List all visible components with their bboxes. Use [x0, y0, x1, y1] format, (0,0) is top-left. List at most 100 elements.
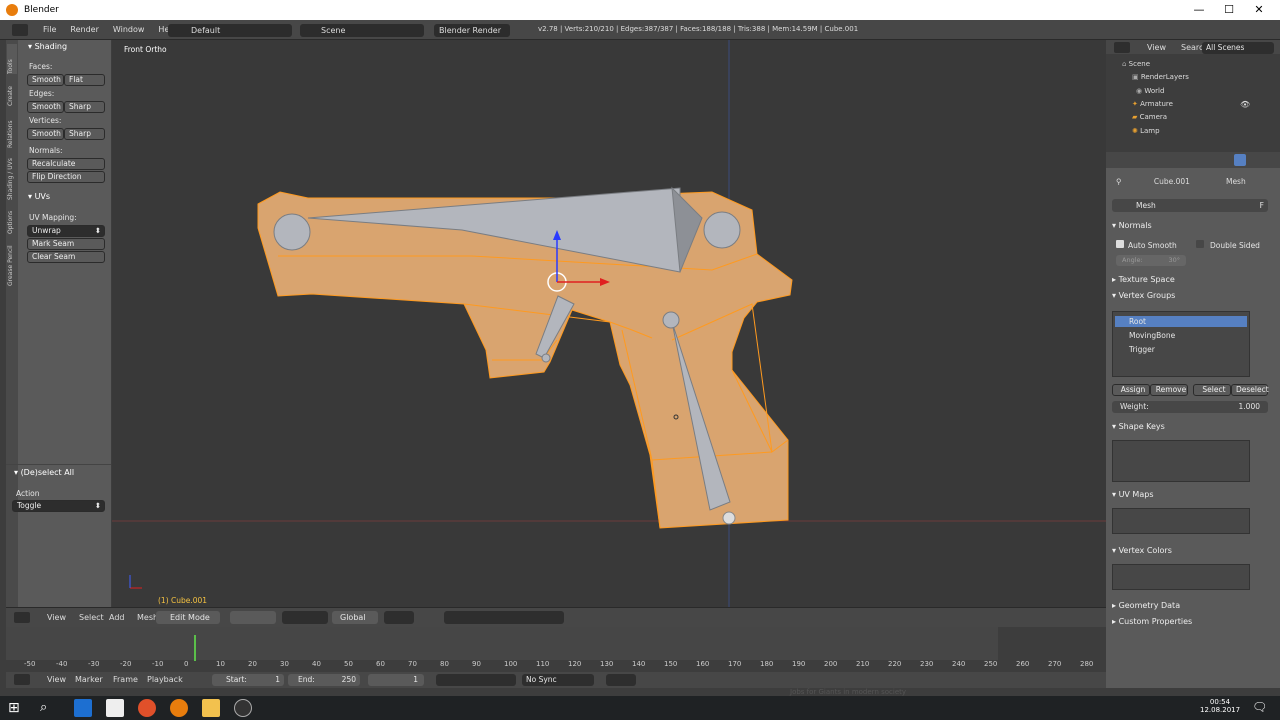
armature-origin-icon	[722, 511, 736, 525]
current-frame-field[interactable]: 1	[368, 674, 424, 686]
double-sided-checkbox[interactable]	[1196, 240, 1204, 248]
vertex-colors-list[interactable]	[1112, 564, 1250, 590]
vertex-groups-header[interactable]: ▾ Vertex Groups	[1112, 291, 1175, 300]
blender-taskbar-icon[interactable]	[170, 699, 188, 717]
remove-button[interactable]: Remove	[1150, 384, 1188, 396]
outliner-row-armature[interactable]: ✦ Armature	[1132, 100, 1173, 108]
uv-maps-list[interactable]	[1112, 508, 1250, 534]
start-frame-field[interactable]: Start: 1	[212, 674, 284, 686]
edges-sharp-button[interactable]: Sharp	[64, 101, 105, 113]
tab-options[interactable]: Options	[7, 202, 17, 234]
vertex-group-trigger[interactable]: Trigger	[1115, 344, 1247, 355]
snapping-toggles[interactable]	[444, 611, 564, 624]
shape-keys-header[interactable]: ▾ Shape Keys	[1112, 422, 1165, 431]
mesh-datablock-field[interactable]: Mesh F	[1112, 199, 1268, 212]
weight-field[interactable]: Weight: 1.000	[1112, 401, 1268, 413]
recalculate-button[interactable]: Recalculate	[27, 158, 105, 170]
timeline-editor-icon[interactable]	[14, 674, 30, 685]
shading-select[interactable]	[230, 611, 276, 624]
tab-grease-pencil[interactable]: Grease Pencil	[7, 236, 17, 286]
mesh-data-tab-icon[interactable]	[1234, 154, 1246, 166]
editor-type-icon[interactable]	[12, 23, 28, 36]
obs-icon[interactable]	[234, 699, 252, 717]
outliner-row-world[interactable]: ◉ World	[1136, 87, 1164, 95]
custom-properties-header[interactable]: ▸ Custom Properties	[1112, 617, 1192, 626]
angle-field[interactable]: Angle: 30°	[1116, 255, 1186, 266]
windows-start-icon[interactable]: ⊞	[8, 700, 20, 716]
mode-select[interactable]: Edit Mode	[156, 611, 220, 624]
timeline-menu-marker[interactable]: Marker	[68, 675, 110, 684]
action-select[interactable]: Toggle ⬍	[12, 500, 105, 512]
assign-button[interactable]: Assign	[1112, 384, 1150, 396]
viewport-menu-add[interactable]: Add	[102, 613, 132, 622]
outliner-menu-view[interactable]: View	[1140, 43, 1173, 52]
viewport-editor-icon[interactable]	[14, 612, 30, 623]
outliner-row-camera[interactable]: ▰ Camera	[1132, 113, 1167, 121]
vertex-group-root[interactable]: Root	[1115, 316, 1247, 327]
3d-viewport[interactable]: Front Ortho (1) Cube.001	[112, 40, 1106, 607]
uv-maps-header[interactable]: ▾ UV Maps	[1112, 490, 1153, 499]
firefox-icon[interactable]	[138, 699, 156, 717]
task-view-icon[interactable]	[74, 699, 92, 717]
tab-create[interactable]: Create	[7, 76, 17, 106]
menu-window[interactable]: Window	[106, 25, 152, 34]
end-frame-field[interactable]: End: 250	[288, 674, 360, 686]
geometry-data-header[interactable]: ▸ Geometry Data	[1112, 601, 1180, 610]
shading-panel-header[interactable]: ▾ Shading	[28, 42, 67, 51]
outliner-row-lamp[interactable]: ✺ Lamp	[1132, 127, 1160, 135]
fake-user-button[interactable]: F	[1260, 199, 1264, 212]
search-icon[interactable]: ⌕	[40, 700, 47, 715]
minimize-button[interactable]: —	[1184, 0, 1214, 20]
eye-icon[interactable]: 👁	[1240, 100, 1250, 109]
keying-controls[interactable]	[606, 674, 636, 686]
texture-space-header[interactable]: ▸ Texture Space	[1112, 275, 1175, 284]
timeline-editor[interactable]: -50 -40 -30 -20 -10 0 10 20 30 40 50 60 70 80 90 100 110…	[6, 627, 1106, 672]
file-explorer-icon[interactable]	[202, 699, 220, 717]
tab-tools[interactable]: Tools	[7, 44, 17, 74]
manipulator-toggles[interactable]	[282, 611, 328, 624]
outliner-row-scene[interactable]: ⌂ Scene	[1122, 60, 1150, 68]
mark-seam-button[interactable]: Mark Seam	[27, 238, 105, 250]
render-engine-select[interactable]: Blender Render	[434, 24, 510, 37]
layers-widget[interactable]	[384, 611, 414, 624]
layout-select[interactable]: Default	[168, 24, 292, 37]
outliner-row-renderlayers[interactable]: ▣ RenderLayers	[1132, 73, 1189, 81]
sync-select[interactable]: No Sync	[522, 674, 594, 686]
deselect-button[interactable]: Deselect	[1231, 384, 1269, 396]
vertices-smooth-button[interactable]: Smooth	[27, 128, 64, 140]
playhead[interactable]	[194, 635, 196, 661]
properties-tabs[interactable]	[1106, 152, 1280, 168]
vertex-group-movingbone[interactable]: MovingBone	[1115, 330, 1247, 341]
faces-smooth-button[interactable]: Smooth	[27, 74, 64, 86]
uvs-panel-header[interactable]: ▾ UVs	[28, 192, 50, 201]
outliner-editor-icon[interactable]	[1114, 42, 1130, 53]
maximize-button[interactable]: ☐	[1214, 0, 1244, 20]
vertex-colors-header[interactable]: ▾ Vertex Colors	[1112, 546, 1172, 555]
vertex-group-list[interactable]: Root MovingBone Trigger	[1112, 311, 1250, 377]
notifications-icon[interactable]: 🗨	[1252, 700, 1267, 714]
tab-relations[interactable]: Relations	[7, 108, 17, 148]
playback-controls[interactable]	[436, 674, 516, 686]
outliner-filter-select[interactable]: All Scenes	[1202, 42, 1274, 54]
operator-panel-header[interactable]: ▾ (De)select All	[14, 468, 74, 477]
timeline-menu-playback[interactable]: Playback	[140, 675, 190, 684]
menu-file[interactable]: File	[36, 25, 63, 34]
scene-select[interactable]: Scene	[300, 24, 424, 37]
tab-shading-uvs[interactable]: Shading / UVs	[7, 150, 17, 200]
shape-keys-list[interactable]	[1112, 440, 1250, 482]
viewport-menu-view[interactable]: View	[40, 613, 73, 622]
select-button[interactable]: Select	[1193, 384, 1231, 396]
normals-section-header[interactable]: ▾ Normals	[1112, 221, 1152, 230]
unwrap-menu[interactable]: Unwrap ⬍	[27, 225, 105, 237]
clear-seam-button[interactable]: Clear Seam	[27, 251, 105, 263]
auto-smooth-checkbox[interactable]	[1116, 240, 1124, 248]
flip-direction-button[interactable]: Flip Direction	[27, 171, 105, 183]
close-button[interactable]: ✕	[1244, 0, 1274, 20]
clock[interactable]: 00:54 12.08.2017	[1200, 698, 1240, 714]
calculator-icon[interactable]	[106, 699, 124, 717]
menu-render[interactable]: Render	[63, 25, 105, 34]
faces-flat-button[interactable]: Flat	[64, 74, 105, 86]
orientation-select[interactable]: Global	[332, 611, 378, 624]
edges-smooth-button[interactable]: Smooth	[27, 101, 64, 113]
vertices-sharp-button[interactable]: Sharp	[64, 128, 105, 140]
